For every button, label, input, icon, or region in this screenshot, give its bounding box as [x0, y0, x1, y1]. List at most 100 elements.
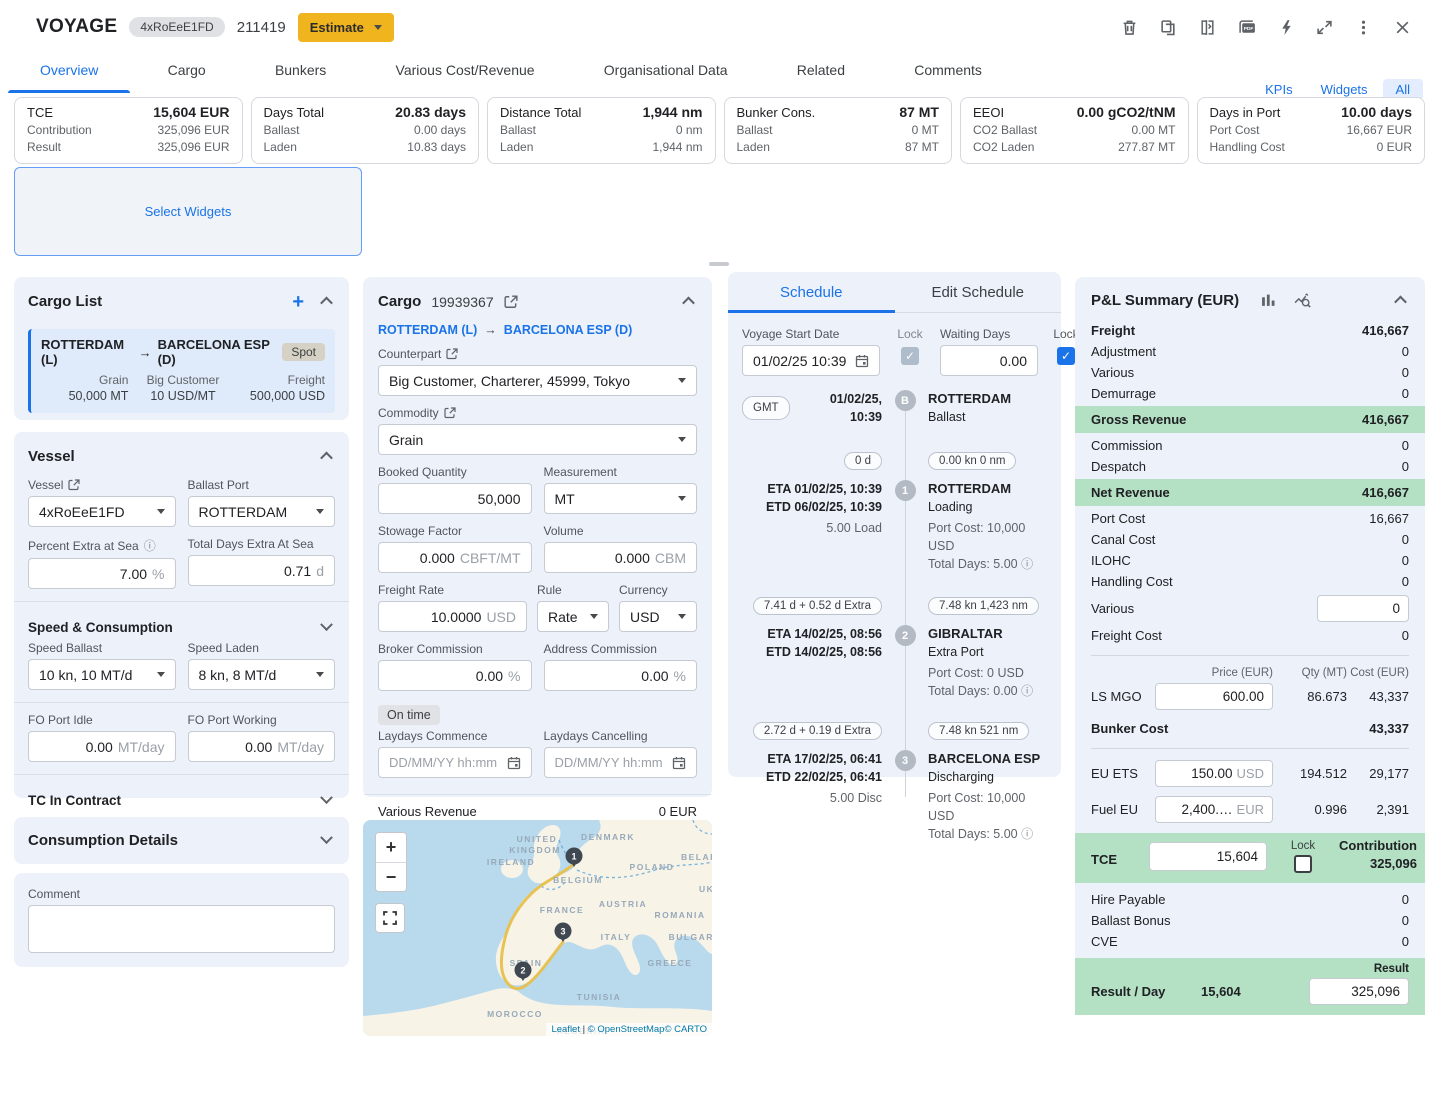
percent-extra-input[interactable]: 7.00%	[28, 558, 176, 589]
ls-mgo-price-input[interactable]: 600.00	[1155, 683, 1273, 710]
tab-comments[interactable]: Comments	[910, 54, 986, 93]
waiting-days-input[interactable]: 0.00	[940, 345, 1038, 376]
tab-bunkers[interactable]: Bunkers	[271, 54, 330, 93]
tce-input[interactable]: 15,604	[1149, 842, 1267, 871]
cargo-panel-collapse-button[interactable]	[680, 290, 697, 313]
tab-various-cost-revenue[interactable]: Various Cost/Revenue	[392, 54, 539, 93]
freight-rate-input[interactable]: 10.0000USD	[378, 601, 527, 632]
estimate-button[interactable]: Estimate	[298, 13, 394, 42]
volume-input[interactable]: 0.000CBM	[544, 542, 698, 573]
calendar-icon[interactable]	[507, 756, 521, 770]
tab-cargo[interactable]: Cargo	[164, 54, 210, 93]
tab-overview[interactable]: Overview	[36, 54, 102, 93]
pnl-row-net-revenue: Net Revenue416,667	[1075, 479, 1425, 506]
laydays-commence-input[interactable]: DD/MM/YY hh:mm	[378, 747, 532, 778]
calendar-icon[interactable]	[855, 354, 869, 368]
broker-commission-input[interactable]: 0.00%	[378, 660, 532, 691]
drag-handle[interactable]	[709, 262, 729, 266]
select-widgets-button[interactable]: Select Widgets	[14, 167, 362, 256]
speed-ballast-select[interactable]: 10 kn, 10 MT/d	[28, 659, 176, 690]
map-label: POLAND	[630, 862, 675, 872]
pdf-export-button[interactable]: PDF	[1234, 15, 1261, 40]
external-link-icon[interactable]	[504, 295, 518, 309]
cargo-detail-panel: Cargo 19939367 ROTTERDAM (L) → BARCELONA…	[363, 277, 712, 797]
pnl-bar-chart-button[interactable]	[1257, 289, 1280, 312]
measurement-select[interactable]: MT	[544, 483, 698, 514]
fo-port-idle-input[interactable]: 0.00MT/day	[28, 731, 176, 762]
pnl-analytics-button[interactable]	[1290, 289, 1315, 312]
voyage-estimate-page: VOYAGE 4xRoEeE1FD 211419 Estimate PDF Ov…	[0, 0, 1439, 1101]
comment-input[interactable]	[28, 905, 335, 953]
broker-commission-label: Broker Commission	[378, 642, 483, 656]
tc-in-contract-collapse-button[interactable]	[318, 789, 335, 812]
voyage-start-date-input[interactable]: 01/02/25 10:39	[742, 345, 880, 376]
quick-actions-button[interactable]	[1275, 15, 1298, 40]
copy-button[interactable]	[1156, 15, 1181, 40]
external-link-icon[interactable]	[444, 407, 456, 419]
schedule-stop-extra-port[interactable]: ETA 14/02/25, 08:56 ETD 14/02/25, 08:56 …	[742, 625, 1047, 700]
pnl-various-input[interactable]: 0	[1317, 595, 1409, 622]
more-menu-button[interactable]	[1351, 15, 1376, 40]
speed-laden-label: Speed Laden	[188, 641, 259, 655]
total-days-extra-input[interactable]: 0.71d	[188, 555, 336, 586]
map-attribution: Leaflet | © OpenStreetMap© CARTO	[546, 1023, 712, 1036]
rule-select[interactable]: Rate	[537, 601, 609, 632]
booked-quantity-input[interactable]: 50,000	[378, 483, 532, 514]
main-tabs: Overview Cargo Bunkers Various Cost/Reve…	[36, 54, 986, 93]
schedule-stop-ballast[interactable]: GMT01/02/25, 10:39 B ROTTERDAM Ballast	[742, 390, 1047, 426]
schedule-tabs: Schedule Edit Schedule	[728, 272, 1061, 313]
add-cargo-button[interactable]: +	[288, 291, 308, 313]
external-link-icon[interactable]	[68, 479, 80, 491]
delete-button[interactable]	[1117, 15, 1142, 40]
schedule-stop-discharging[interactable]: ETA 17/02/25, 06:41 ETD 22/02/25, 06:41 …	[742, 750, 1047, 843]
tab-edit-schedule[interactable]: Edit Schedule	[895, 272, 1062, 312]
result-per-day-label: Result / Day	[1091, 984, 1201, 999]
waiting-days-lock-checkbox[interactable]: ✓	[1057, 347, 1075, 365]
calendar-icon[interactable]	[672, 756, 686, 770]
bunker-row-ls-mgo: LS MGO 600.00 86.673 43,337	[1075, 681, 1425, 712]
tab-schedule[interactable]: Schedule	[728, 272, 895, 312]
map-canvas: UNITED KINGDOM IRELAND DENMARK BELARUS P…	[363, 820, 712, 1036]
tab-related[interactable]: Related	[793, 54, 849, 93]
result-input[interactable]: 325,096	[1309, 978, 1409, 1005]
eu-ets-price-input[interactable]: 150.00USD	[1155, 760, 1273, 787]
schedule-stop-loading[interactable]: ETA 01/02/25, 10:39 ETD 06/02/25, 10:39 …	[742, 480, 1047, 573]
fo-port-working-input[interactable]: 0.00MT/day	[188, 731, 336, 762]
vessel-select[interactable]: 4xRoEeE1FD	[28, 496, 176, 527]
openstreetmap-link[interactable]: © OpenStreetMap	[588, 1024, 665, 1035]
pnl-summary-panel: P&L Summary (EUR) Freight416,667 Adjustm…	[1075, 277, 1425, 990]
cargo-card[interactable]: ROTTERDAM (L) → BARCELONA ESP (D) Spot G…	[28, 329, 335, 413]
external-link-icon[interactable]	[446, 348, 458, 360]
compare-button[interactable]	[1195, 15, 1220, 40]
voyage-start-lock-checkbox[interactable]: ✓	[901, 347, 919, 365]
tab-organisational-data[interactable]: Organisational Data	[600, 54, 732, 93]
route-discharge-port-link[interactable]: BARCELONA ESP (D)	[504, 323, 632, 337]
chevron-down-icon	[157, 672, 165, 677]
fuel-eu-price-input[interactable]: 2,400.…EUR	[1155, 796, 1273, 823]
address-commission-input[interactable]: 0.00%	[544, 660, 698, 691]
speed-laden-select[interactable]: 8 kn, 8 MT/d	[188, 659, 336, 690]
route-map[interactable]: + − UNITED	[363, 820, 712, 1036]
route-load-port-link[interactable]: ROTTERDAM (L)	[378, 323, 477, 337]
ballast-port-select[interactable]: ROTTERDAM	[188, 496, 336, 527]
commodity-select[interactable]: Grain	[378, 424, 697, 455]
consumption-details-collapse-button[interactable]	[318, 829, 335, 852]
stowage-factor-input[interactable]: 0.000CBFT/MT	[378, 542, 532, 573]
cargo-list-collapse-button[interactable]	[318, 290, 335, 313]
carto-link[interactable]: © CARTO	[664, 1024, 707, 1035]
vessel-collapse-button[interactable]	[318, 445, 335, 468]
pnl-collapse-button[interactable]	[1392, 289, 1409, 312]
kebab-menu-icon	[1355, 19, 1372, 36]
counterpart-select[interactable]: Big Customer, Charterer, 45999, Tokyo	[378, 365, 697, 396]
close-button[interactable]	[1390, 15, 1415, 40]
map-fullscreen-button[interactable]	[375, 903, 405, 933]
expand-button[interactable]	[1312, 15, 1337, 40]
map-zoom-out-button[interactable]: −	[376, 862, 406, 891]
leaflet-link[interactable]: Leaflet	[551, 1024, 580, 1035]
waiting-days-label: Waiting Days	[940, 327, 1010, 341]
speed-consumption-collapse-button[interactable]	[318, 616, 335, 639]
map-zoom-in-button[interactable]: +	[376, 833, 406, 862]
tce-lock-checkbox[interactable]	[1294, 855, 1312, 873]
currency-select[interactable]: USD	[619, 601, 697, 632]
laydays-cancelling-input[interactable]: DD/MM/YY hh:mm	[544, 747, 698, 778]
